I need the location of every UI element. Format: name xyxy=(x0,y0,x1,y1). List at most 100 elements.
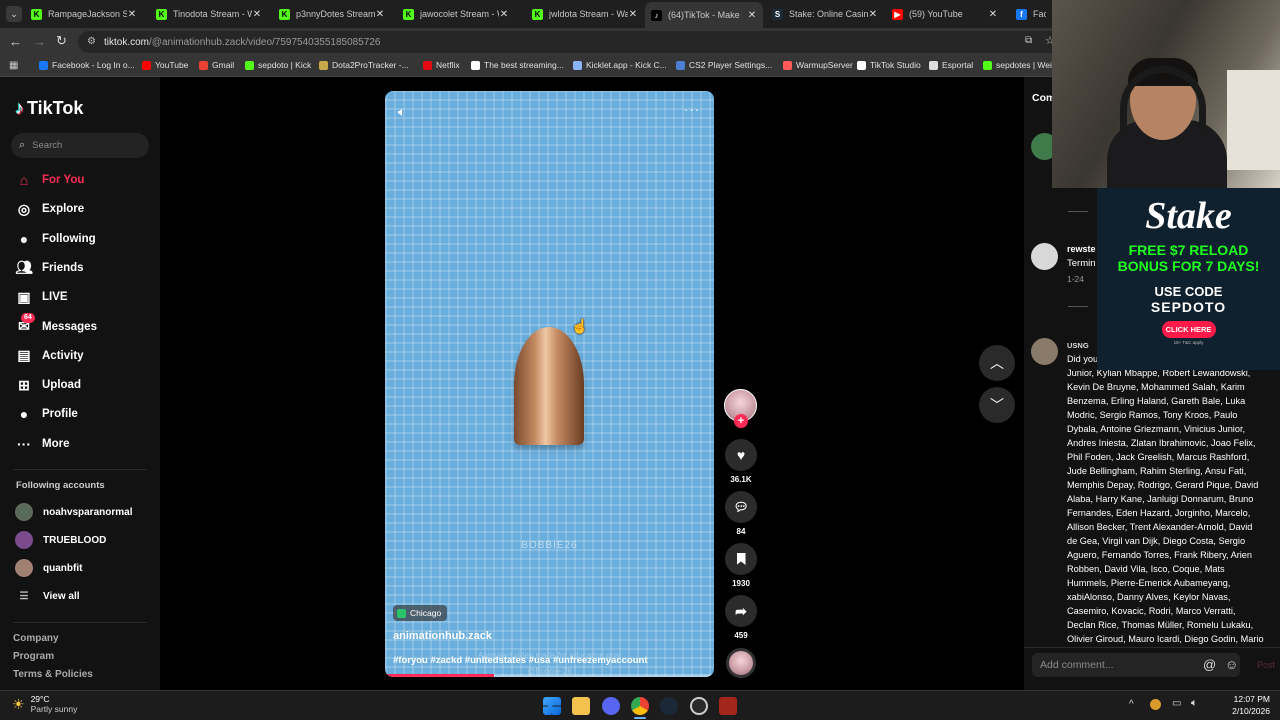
install-app-icon[interactable]: ⧉ xyxy=(1025,35,1032,46)
following-account[interactable]: quanbfit xyxy=(15,559,82,577)
following-account[interactable]: TRUEBLOOD xyxy=(15,531,106,549)
discord-icon[interactable] xyxy=(602,697,620,715)
browser-tab[interactable]: S Stake: Online Casino ✕ xyxy=(766,3,884,25)
stake-ad-overlay[interactable]: Stake FREE $7 RELOAD BONUS FOR 7 DAYS! U… xyxy=(1097,188,1280,370)
more-options-icon[interactable]: ··· xyxy=(684,102,700,117)
comment-avatar[interactable] xyxy=(1031,243,1058,270)
emoji-icon[interactable]: ☺ xyxy=(1225,657,1238,672)
progress-track[interactable] xyxy=(385,674,714,677)
bookmark-item[interactable]: Netflix xyxy=(423,60,460,70)
comment-action[interactable]: 💬︎ 84 xyxy=(724,491,758,536)
tray-app-icon[interactable] xyxy=(1150,699,1161,710)
comment-avatar[interactable] xyxy=(1031,338,1058,365)
bookmark-item[interactable]: Gmail xyxy=(199,60,234,70)
tab-close-icon[interactable]: ✕ xyxy=(252,9,262,20)
bookmark-item[interactable]: CS2 Player Settings... xyxy=(676,60,772,70)
nav-item-friends[interactable]: 👥︎ Friends xyxy=(15,259,83,277)
bookmark-item[interactable]: TikTok Studio xyxy=(857,60,921,70)
save-count: 1930 xyxy=(732,579,750,588)
tab-search-button[interactable]: ⌄ xyxy=(6,6,22,22)
bookmark-item[interactable]: WarmupServer xyxy=(783,60,853,70)
browser-tab[interactable]: Kjawocolet Stream - W ✕ xyxy=(397,3,515,25)
post-button[interactable]: Post xyxy=(1257,660,1275,670)
nav-item-upload[interactable]: ⊞ Upload xyxy=(15,376,81,394)
browser-tab[interactable]: K RampageJackson Str ✕ xyxy=(25,3,143,25)
nav-item-for-you[interactable]: ⌂ For You xyxy=(15,171,85,189)
tray-chevron-icon[interactable]: ^ xyxy=(1129,699,1134,710)
tab-close-icon[interactable]: ✕ xyxy=(499,9,509,20)
bookmark-favicon-icon xyxy=(39,60,48,70)
tiktok-logo[interactable]: ♪ TikTok xyxy=(15,98,83,119)
nav-item-live[interactable]: ▣ LIVE xyxy=(15,288,67,306)
share-action[interactable]: ➦ 459 xyxy=(724,595,758,640)
bookmark-item[interactable]: sepdoto | Kick xyxy=(245,60,311,70)
comment-text-line: de Gea, Virgil van Dijk, Diego Costa, Se… xyxy=(1067,536,1246,546)
footer-link[interactable]: Program xyxy=(13,651,54,662)
chrome-icon[interactable] xyxy=(631,697,649,715)
windows-start-icon[interactable] xyxy=(543,697,561,715)
video-player[interactable]: 🔈︎ ··· BOBBIE26 Chicago animationhub.zac… xyxy=(385,91,714,677)
footer-link[interactable]: Terms & Policies xyxy=(13,669,93,680)
previous-video-button[interactable]: ︿ xyxy=(979,345,1015,381)
tab-close-icon[interactable]: ✕ xyxy=(747,10,757,21)
site-info-icon[interactable]: ⚙ xyxy=(87,36,96,47)
reload-icon[interactable]: ↻ xyxy=(56,33,67,49)
next-video-button[interactable]: ﹀ xyxy=(979,387,1015,423)
tab-close-icon[interactable]: ✕ xyxy=(628,9,638,20)
follow-plus-icon[interactable]: + xyxy=(734,414,748,428)
tab-close-icon[interactable]: ✕ xyxy=(988,9,998,20)
nav-item-profile[interactable]: ● Profile xyxy=(15,405,78,423)
like-action[interactable]: ♥ 36.1K xyxy=(724,439,758,484)
nav-item-messages[interactable]: ✉ Messages 64 xyxy=(15,312,97,336)
search-icon: ⌕ xyxy=(19,139,26,151)
apps-grid-icon[interactable]: ▦ xyxy=(9,60,18,71)
nav-item-more[interactable]: ··· More xyxy=(15,435,69,453)
address-bar[interactable]: ⚙ tiktok.com/@animationhub.zack/video/75… xyxy=(78,31,1062,53)
nav-item-following[interactable]: ● Following xyxy=(15,230,96,248)
nav-item-explore[interactable]: ◎ Explore xyxy=(15,200,84,218)
bookmark-item[interactable]: Kicklet.app - Kick C... xyxy=(573,60,667,70)
browser-tab[interactable]: f Faceb xyxy=(1010,3,1052,25)
tab-title: RampageJackson Str xyxy=(48,9,127,19)
nav-item-activity[interactable]: ▤ Activity xyxy=(15,347,83,365)
video-hashtags[interactable]: #foryou #zackd #unitedstates #usa #unfre… xyxy=(393,655,647,666)
clock-time[interactable]: 12:07 PM xyxy=(1222,694,1270,704)
browser-tab[interactable]: ▶ (59) YouTube ✕ xyxy=(886,3,1004,25)
tab-close-icon[interactable]: ✕ xyxy=(375,9,385,20)
browser-tab[interactable]: ♪ (64)TikTok - Make ✕ xyxy=(645,2,763,28)
bookmark-item[interactable]: YouTube xyxy=(142,60,188,70)
save-action[interactable]: 1930 xyxy=(724,543,758,588)
location-badge[interactable]: Chicago xyxy=(393,605,448,621)
comment-user[interactable]: rewste xyxy=(1067,244,1096,254)
back-icon[interactable]: ← xyxy=(9,34,22,49)
volume-icon[interactable]: 🔈︎ xyxy=(398,104,406,120)
browser-tab[interactable]: Kjwldota Stream - Wat ✕ xyxy=(526,3,644,25)
network-icon[interactable]: ▭ xyxy=(1172,698,1181,709)
tab-close-icon[interactable]: ✕ xyxy=(127,9,137,20)
browser-tab[interactable]: Kp3nnyDotes Stream ✕ xyxy=(273,3,391,25)
mention-icon[interactable]: @ xyxy=(1203,657,1216,672)
video-author[interactable]: animationhub.zack xyxy=(393,630,492,642)
dota-icon[interactable] xyxy=(719,697,737,715)
bookmark-item[interactable]: Facebook - Log In o... xyxy=(39,60,135,70)
tab-close-icon[interactable]: ✕ xyxy=(868,9,878,20)
steam-icon[interactable] xyxy=(660,697,678,715)
obs-icon[interactable] xyxy=(690,697,708,715)
stake-cta-button[interactable]: CLICK HERE xyxy=(1161,321,1216,338)
following-account[interactable]: noahvsparanormal xyxy=(15,503,132,521)
volume-tray-icon[interactable]: 🔈︎ xyxy=(1191,697,1198,710)
weather-widget[interactable]: ☀ 29°C Partly sunny xyxy=(12,694,77,714)
bookmark-item[interactable]: sepdotes | Weig xyxy=(983,60,1057,70)
sound-disc-avatar[interactable] xyxy=(726,648,756,678)
file-explorer-icon[interactable] xyxy=(572,697,590,715)
footer-link[interactable]: Company xyxy=(13,633,59,644)
forward-icon[interactable]: → xyxy=(33,34,46,49)
browser-tab[interactable]: K Tinodota Stream - W ✕ xyxy=(150,3,268,25)
view-all-link[interactable]: ☰ View all xyxy=(15,591,80,602)
comment-user[interactable]: usng xyxy=(1067,341,1089,350)
clock-date[interactable]: 2/10/2026 xyxy=(1222,706,1270,716)
bookmark-item[interactable]: Esportal xyxy=(929,60,973,70)
bookmark-item[interactable]: The best streaming... xyxy=(471,60,564,70)
bookmark-item[interactable]: Dota2ProTracker -... xyxy=(319,60,409,70)
search-input[interactable]: ⌕ Search xyxy=(11,133,149,158)
